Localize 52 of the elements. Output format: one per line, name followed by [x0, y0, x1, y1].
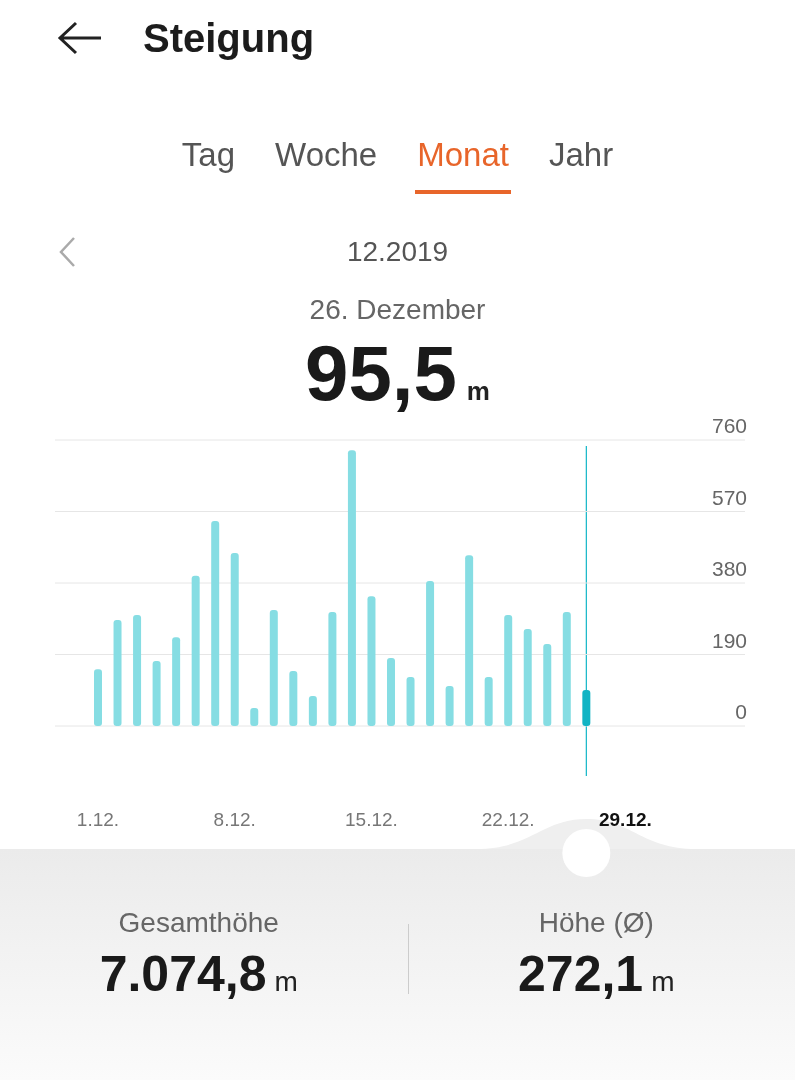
bar[interactable]	[504, 615, 513, 726]
bar[interactable]	[543, 643, 552, 726]
bar[interactable]	[484, 677, 493, 726]
x-axis-label: 22.12.	[481, 809, 535, 830]
bar[interactable]	[269, 610, 278, 726]
bar[interactable]	[328, 612, 337, 726]
selected-date: 26. Dezember	[308, 294, 487, 326]
bar[interactable]	[445, 686, 454, 726]
stat-unit: m	[651, 966, 675, 998]
bar[interactable]	[367, 596, 376, 726]
value-unit: m	[466, 376, 490, 407]
x-axis-label: 29.12.	[599, 809, 652, 830]
bar[interactable]	[250, 707, 259, 726]
period-label: 12.2019	[346, 236, 449, 268]
x-axis-label: 8.12.	[213, 809, 256, 830]
x-axis-label: 15.12.	[345, 809, 398, 830]
y-axis-label: 0	[735, 700, 747, 723]
period-tab[interactable]: Woche	[273, 120, 380, 194]
bar[interactable]	[347, 450, 356, 726]
bar[interactable]	[387, 657, 395, 726]
bar[interactable]	[465, 555, 474, 726]
y-axis-label: 380	[711, 557, 747, 580]
bar[interactable]	[191, 575, 200, 726]
bar[interactable]	[582, 690, 591, 726]
chevron-left-icon[interactable]	[58, 236, 76, 268]
x-axis-label: 1.12.	[76, 809, 120, 830]
y-axis-label: 760	[711, 414, 747, 437]
y-axis-label: 190	[711, 628, 747, 652]
bar[interactable]	[426, 581, 435, 726]
selected-value: 95,5	[305, 328, 457, 419]
stat-unit: m	[274, 966, 298, 998]
stat-label: Gesamthöhe	[118, 907, 279, 939]
bar[interactable]	[406, 677, 415, 726]
bar[interactable]	[562, 612, 571, 726]
bar[interactable]	[211, 520, 220, 726]
period-tab[interactable]: Jahr	[546, 120, 616, 194]
bar[interactable]	[230, 552, 239, 726]
bar[interactable]	[308, 695, 317, 726]
stat-label: Höhe (Ø)	[538, 907, 654, 939]
bar[interactable]	[94, 669, 102, 726]
bar[interactable]	[133, 615, 142, 726]
bar[interactable]	[289, 671, 298, 726]
period-tab[interactable]: Tag	[179, 120, 238, 194]
bar[interactable]	[113, 619, 122, 726]
bar[interactable]	[152, 660, 161, 726]
bar[interactable]	[523, 628, 532, 726]
bar[interactable]	[172, 637, 181, 726]
stat-value: 272,1	[518, 945, 644, 1003]
back-arrow-icon[interactable]	[57, 21, 103, 55]
y-axis-label: 570	[711, 485, 747, 509]
page-title: Steigung	[143, 15, 315, 61]
stat-value: 7.074,8	[99, 945, 267, 1003]
